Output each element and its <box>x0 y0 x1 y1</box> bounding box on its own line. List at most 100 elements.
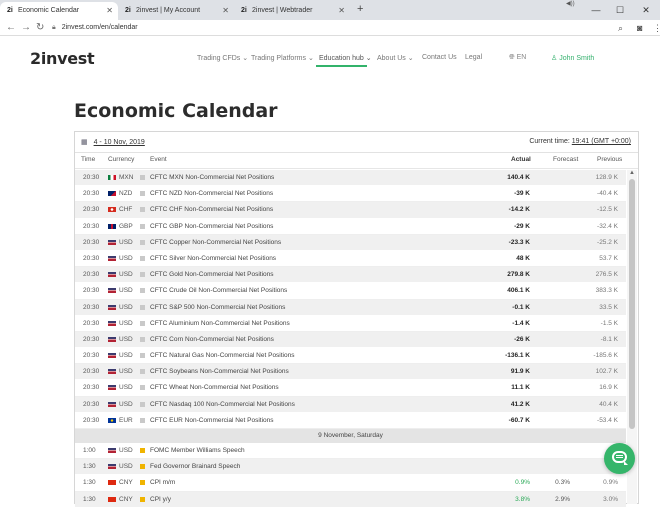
event-actual: -39 K <box>514 190 530 198</box>
table-row[interactable]: 20:30 USD CFTC Soybeans Non-Commercial Net… <box>75 364 626 381</box>
event-name: Fed Governor Brainard Speech <box>150 463 241 471</box>
back-arrow-icon[interactable]: ← <box>6 20 16 36</box>
close-tab-icon[interactable]: ✕ <box>338 2 345 19</box>
event-forecast: 0.3% <box>555 479 570 487</box>
table-row[interactable]: 20:30 USD CFTC Crude Oil Non-Commercial Ne… <box>75 283 626 300</box>
event-time: 20:30 <box>83 400 100 408</box>
divider <box>75 152 638 153</box>
event-previous: -1.5 K <box>600 319 618 327</box>
importance-icon <box>140 369 145 375</box>
chevron-down-icon: ⌄ <box>365 55 372 62</box>
event-currency: USD <box>119 368 133 376</box>
close-tab-icon[interactable]: ✕ <box>222 2 229 19</box>
table-row[interactable]: 1:00 USD FOMC Member Williams Speech <box>75 443 626 460</box>
event-currency: USD <box>119 447 133 454</box>
close-window-icon[interactable]: ✕ <box>634 0 658 20</box>
event-time: 20:30 <box>83 335 100 343</box>
event-actual: -26 K <box>514 335 530 343</box>
table-row[interactable]: 20:30 USD CFTC Aluminium Non-Commercial Ne… <box>75 315 626 332</box>
event-previous: -185.6 K <box>593 352 618 360</box>
table-row[interactable]: 20:30 USD CFTC Gold Non-Commercial Net Pos… <box>75 267 626 284</box>
table-row[interactable]: 20:30 USD CFTC S&P 500 Non-Commercial Net … <box>75 299 626 316</box>
scroll-up-arrow-icon[interactable]: ▲ <box>629 170 635 176</box>
event-time: 20:30 <box>83 238 100 246</box>
forward-arrow-icon[interactable]: → <box>21 20 31 36</box>
event-currency: USD <box>119 400 133 408</box>
flag-us-icon <box>108 304 116 310</box>
flag-us-icon <box>108 288 116 294</box>
chat-button[interactable] <box>604 443 635 474</box>
tab-title: Economic Calendar <box>18 7 80 14</box>
table-row[interactable]: 20:30 USD CFTC Wheat Non-Commercial Net Po… <box>75 380 626 397</box>
close-tab-icon[interactable]: ✕ <box>106 2 113 19</box>
tab-my-account[interactable]: 2i 2invest | My Account ✕ <box>118 2 234 20</box>
table-row[interactable]: 20:30 USD CFTC Silver Non-Commercial Net P… <box>75 250 626 268</box>
event-currency: USD <box>119 384 133 392</box>
table-row[interactable]: 1:30 CNY CPI y/y 3.8% 2.9% 3.0% <box>75 491 626 508</box>
profile-icon[interactable]: ◙ <box>637 20 642 36</box>
maximize-icon[interactable]: ☐ <box>608 0 632 20</box>
table-row[interactable]: 20:30 USD CFTC Corn Non-Commercial Net Pos… <box>75 331 626 349</box>
event-time: 20:30 <box>83 190 100 198</box>
event-time: 20:30 <box>83 384 100 392</box>
event-name: CFTC Silver Non-Commercial Net Positions <box>150 254 277 262</box>
language-selector[interactable]: 🌐︎ EN <box>509 54 526 62</box>
media-icon[interactable]: ◀)) <box>566 0 575 7</box>
economic-calendar-panel: ▦ 4 - 10 Nov, 2019 Current time: 19:41 (… <box>74 131 639 508</box>
table-row[interactable]: 20:30 NZD CFTC NZD Non-Commercial Net Posi… <box>75 186 626 203</box>
event-currency: CNY <box>119 495 133 503</box>
event-previous: 53.7 K <box>599 254 618 262</box>
table-row[interactable]: 20:30 USD CFTC Nasdaq 100 Non-Commercial N… <box>75 396 626 413</box>
nav-about-us[interactable]: About Us ⌄ <box>377 54 414 62</box>
event-time: 20:30 <box>83 271 100 279</box>
reload-icon[interactable]: ↻ <box>36 20 44 36</box>
table-row[interactable]: 1:30 USD Fed Governor Brainard Speech <box>75 459 626 476</box>
event-currency: CHF <box>119 206 133 214</box>
table-row[interactable]: 20:30 USD CFTC Copper Non-Commercial Net P… <box>75 234 626 251</box>
importance-icon <box>140 255 145 261</box>
nav-contact-us[interactable]: Contact Us <box>422 54 457 61</box>
event-time: 20:30 <box>83 254 100 262</box>
event-currency: USD <box>119 287 133 295</box>
importance-icon <box>140 496 145 502</box>
importance-icon <box>140 336 145 342</box>
event-previous: -12.5 K <box>597 206 618 214</box>
scroll-thumb[interactable] <box>629 179 635 429</box>
importance-icon <box>140 353 145 359</box>
kebab-menu-icon[interactable]: ⋮ <box>653 20 660 36</box>
url-text: 2invest.com/en/calendar <box>61 24 138 31</box>
table-row[interactable]: 1:30 CNY CPI m/m 0.9% 0.3% 0.9% <box>75 475 626 492</box>
flag-us-icon <box>108 320 116 326</box>
tab-economic-calendar[interactable]: 2i Economic Calendar ✕ <box>0 2 118 20</box>
nav-trading-platforms[interactable]: Trading Platforms ⌄ <box>251 54 314 62</box>
event-name: CFTC CHF Non-Commercial Net Positions <box>150 206 274 214</box>
nav-education-hub[interactable]: Education hub ⌄ <box>319 54 372 62</box>
user-menu[interactable]: ♙ John Smith <box>551 54 594 62</box>
event-name: CFTC Crude Oil Non-Commercial Net Positi… <box>150 287 288 295</box>
current-time[interactable]: Current time: 19:41 (GMT +0:00) <box>529 138 631 145</box>
event-currency: EUR <box>119 416 133 424</box>
event-time: 20:30 <box>83 303 100 311</box>
flag-us-icon <box>108 448 116 453</box>
url-field[interactable]: 🔒︎ 2invest.com/en/calendar <box>52 20 138 36</box>
event-name: CFTC Corn Non-Commercial Net Positions <box>150 335 274 343</box>
nav-legal[interactable]: Legal <box>465 54 482 61</box>
minimize-icon[interactable]: — <box>584 0 608 20</box>
nav-trading-cfds[interactable]: Trading CFDs ⌄ <box>197 54 248 62</box>
date-range-picker[interactable]: ▦ 4 - 10 Nov, 2019 <box>81 138 145 146</box>
table-row[interactable]: 20:30 GBP CFTC GBP Non-Commercial Net Posi… <box>75 218 626 235</box>
flag-us-icon <box>108 369 116 375</box>
tab-webtrader[interactable]: 2i 2invest | Webtrader ✕ <box>234 2 350 20</box>
event-previous: -25.2 K <box>597 238 618 246</box>
event-time: 20:30 <box>83 287 100 295</box>
flag-cn-icon <box>108 496 116 502</box>
table-row[interactable]: 20:30 USD CFTC Natural Gas Non-Commercial … <box>75 348 626 365</box>
zoom-icon[interactable]: ⌕ <box>618 20 623 36</box>
event-name: CFTC MXN Non-Commercial Net Positions <box>150 174 275 181</box>
event-currency: USD <box>119 238 133 246</box>
site-logo[interactable]: 2invest <box>30 49 95 68</box>
table-row[interactable]: 20:30 MXN CFTC MXN Non-Commercial Net Posi… <box>75 170 626 187</box>
new-tab-button[interactable]: + <box>357 3 363 15</box>
table-row[interactable]: 20:30 CHF CFTC CHF Non-Commercial Net Posi… <box>75 202 626 219</box>
table-row[interactable]: 20:30 EUR CFTC EUR Non-Commercial Net Posi… <box>75 412 626 429</box>
